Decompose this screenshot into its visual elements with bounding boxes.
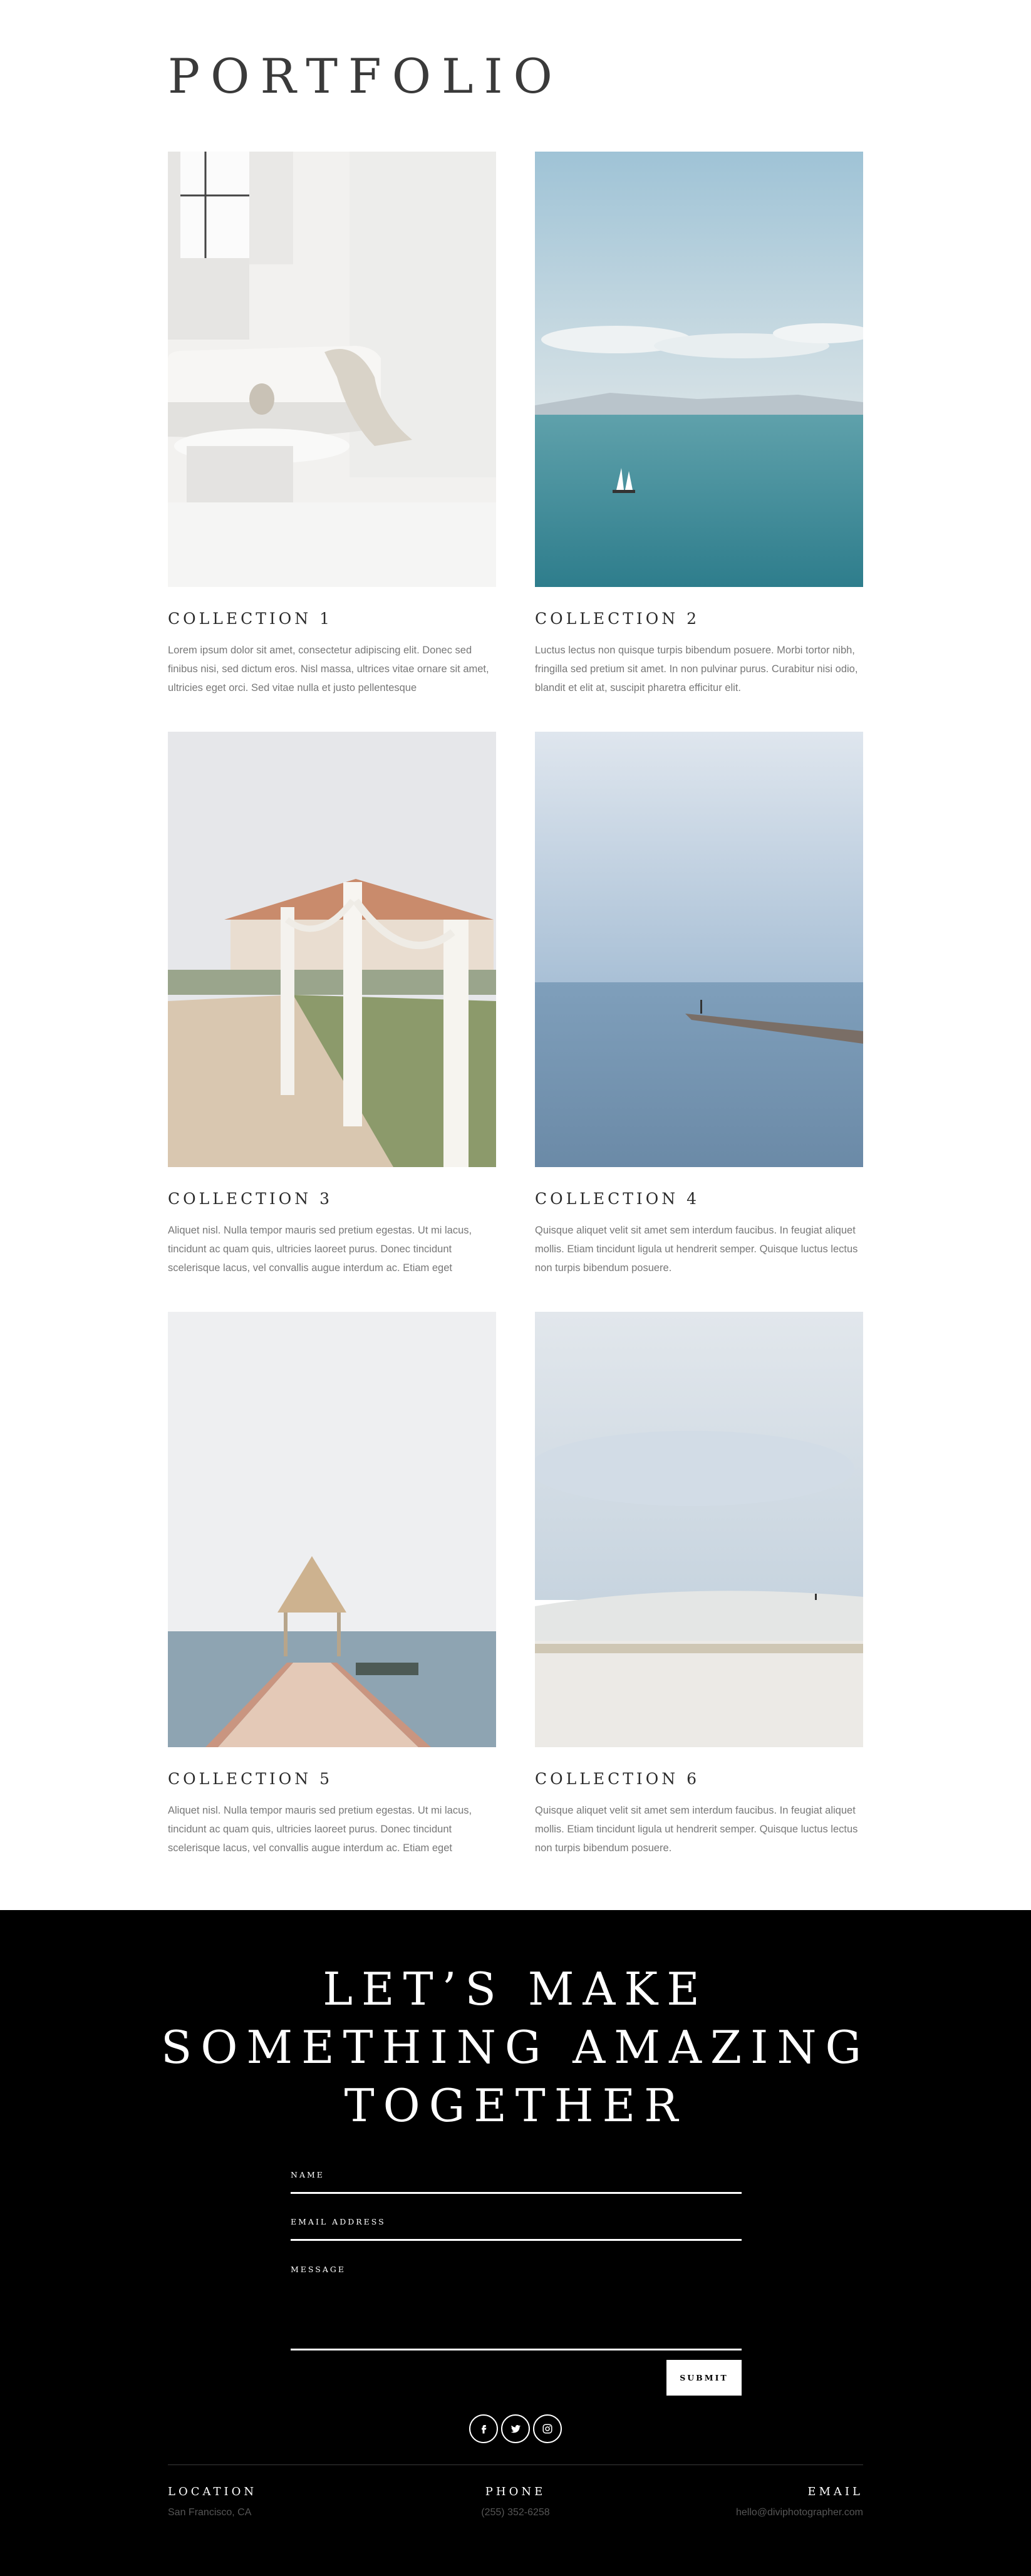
email-value[interactable]: hello@diviphotographer.com [736, 2507, 863, 2518]
rope-fence-photo [168, 732, 496, 1167]
collection-image[interactable] [535, 152, 863, 587]
collection-image[interactable] [535, 1312, 863, 1747]
location-heading: LOCATION [168, 2485, 257, 2498]
collection-description: Quisque aliquet velit sit amet sem inter… [535, 1225, 858, 1274]
name-label: NAME [291, 2170, 324, 2179]
sailboat-sea-photo [535, 152, 863, 587]
email-label: EMAIL ADDRESS [291, 2217, 386, 2226]
collection-description: Lorem ipsum dolor sit amet, consectetur … [168, 645, 489, 693]
collection-title[interactable]: COLLECTION 4 [535, 1190, 863, 1208]
headline-line: SOMETHING AMAZING [161, 2021, 870, 2074]
footer-email: EMAIL hello@diviphotographer.com [736, 2485, 863, 2518]
collection-card[interactable]: COLLECTION 5 Aliquet nisl. Nulla tempor … [168, 1312, 496, 1857]
collection-title[interactable]: COLLECTION 6 [535, 1770, 863, 1789]
pier-sea-photo [535, 732, 863, 1167]
headline-line: LET’S MAKE [323, 1963, 708, 2015]
email-field[interactable] [291, 2239, 742, 2241]
footer-divider [168, 2464, 863, 2465]
instagram-icon [542, 2424, 552, 2434]
collection-card[interactable]: COLLECTION 4 Quisque aliquet velit sit a… [535, 732, 863, 1277]
collection-card[interactable]: COLLECTION 2 Luctus lectus non quisque t… [535, 152, 863, 697]
portfolio-section: PORTFOLIO COLLECTION 1 Lorem ipsum dolor… [0, 0, 1031, 1910]
living-room-photo [168, 152, 496, 587]
footer-phone: PHONE (255) 352-6258 [479, 2485, 552, 2518]
submit-button[interactable]: SUBMIT [666, 2360, 742, 2396]
collection-title[interactable]: COLLECTION 2 [535, 610, 863, 628]
twitter-link[interactable] [501, 2414, 530, 2443]
location-value: San Francisco, CA [168, 2507, 252, 2518]
collection-title[interactable]: COLLECTION 3 [168, 1190, 496, 1208]
collection-description: Luctus lectus non quisque turpis bibendu… [535, 645, 858, 693]
headline-line: TOGETHER [344, 2079, 687, 2132]
facebook-icon [482, 2425, 487, 2434]
sand-dunes-photo [535, 1312, 863, 1747]
collection-image[interactable] [535, 732, 863, 1167]
collection-card[interactable]: COLLECTION 6 Quisque aliquet velit sit a… [535, 1312, 863, 1857]
twitter-icon [510, 2425, 521, 2433]
email-heading: EMAIL [807, 2485, 863, 2498]
collection-title[interactable]: COLLECTION 1 [168, 610, 496, 628]
collection-image[interactable] [168, 732, 496, 1167]
collection-description: Aliquet nisl. Nulla tempor mauris sed pr… [168, 1805, 472, 1854]
contact-section: LET’S MAKE SOMETHING AMAZING TOGETHER NA… [0, 1910, 1031, 2576]
collection-image[interactable] [168, 1312, 496, 1747]
collection-card[interactable]: COLLECTION 1 Lorem ipsum dolor sit amet,… [168, 152, 496, 697]
collection-description: Quisque aliquet velit sit amet sem inter… [535, 1805, 858, 1854]
gazebo-walkway-photo [168, 1312, 496, 1747]
instagram-link[interactable] [533, 2414, 562, 2443]
footer-location: LOCATION San Francisco, CA [168, 2485, 257, 2518]
phone-heading: PHONE [485, 2485, 546, 2498]
collection-title[interactable]: COLLECTION 5 [168, 1770, 496, 1789]
message-label: MESSAGE [291, 2265, 346, 2274]
name-field[interactable] [291, 2192, 742, 2194]
message-field[interactable] [291, 2349, 742, 2350]
phone-value[interactable]: (255) 352-6258 [479, 2507, 552, 2518]
collection-image[interactable] [168, 152, 496, 587]
collection-description: Aliquet nisl. Nulla tempor mauris sed pr… [168, 1225, 472, 1274]
contact-headline: LET’S MAKE SOMETHING AMAZING TOGETHER [0, 1960, 1031, 2135]
facebook-link[interactable] [469, 2414, 498, 2443]
page-title: PORTFOLIO [168, 48, 563, 104]
collection-card[interactable]: COLLECTION 3 Aliquet nisl. Nulla tempor … [168, 732, 496, 1277]
